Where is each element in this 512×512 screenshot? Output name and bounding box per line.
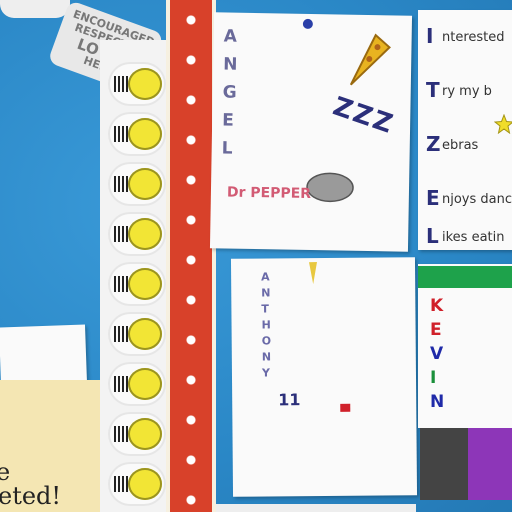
acrostic-letter: V (430, 344, 444, 364)
acrostic-letter: A (223, 26, 237, 47)
bulb-glass (128, 468, 162, 500)
flower-pattern (184, 0, 198, 512)
bulb-glass (128, 118, 162, 150)
pepper-caption: Dr PEPPER (226, 184, 312, 203)
bulb-glass (128, 418, 162, 450)
lightbulb-icon (108, 462, 166, 506)
pizza-slice-drawing (349, 33, 391, 86)
acrostic-letter: H (261, 318, 271, 332)
acrostic-letter: T (426, 78, 440, 102)
interested-acrostic-card: I T Z E L nterested ry my b ebras njoys … (418, 10, 512, 250)
anthony-acrostic-card: A N T H O N Y 11 (230, 257, 418, 497)
red-marker-drawing (340, 403, 351, 412)
push-pin (302, 18, 313, 29)
lightbulb-icon (108, 112, 166, 156)
acrostic-letter: N (261, 286, 271, 300)
acrostic-letter: A (261, 270, 270, 284)
kevin-green-stripe (418, 266, 512, 288)
acrostic-letter: I (426, 24, 434, 48)
kevin-letters: K E V I N (418, 288, 512, 428)
acrostic-letter: I (430, 368, 437, 388)
acrostic-line: nterested (442, 30, 505, 45)
acrostic-letter: L (426, 224, 439, 248)
lightbulb-icon (108, 412, 166, 456)
lightbulb-icon (108, 312, 166, 356)
lightbulb-icon (108, 262, 166, 306)
acrostic-line: njoys danc (442, 192, 512, 207)
acrostic-line: ebras (442, 138, 479, 153)
acrostic-letter: O (261, 334, 272, 348)
acrostic-letter: T (261, 302, 269, 316)
cloud-drawing (306, 172, 354, 203)
bulb-glass (128, 268, 162, 300)
bottom-paper-edge (216, 504, 416, 512)
angel-acrostic-card: A N G E L ZZZ Dr PEPPER (209, 12, 413, 252)
acrostic-letter: Z (426, 132, 441, 156)
yellow-paper: e eted! (0, 380, 100, 512)
bulb-glass (128, 168, 162, 200)
pencil-drawing (308, 262, 317, 285)
acrostic-letter: E (430, 320, 442, 340)
acrostic-line: ry my b (442, 84, 492, 99)
top-badge (0, 0, 70, 18)
anthony-number: 11 (278, 390, 301, 410)
lightbulb-icon (108, 212, 166, 256)
acrostic-letter: Y (261, 366, 270, 380)
bulb-glass (128, 318, 162, 350)
acrostic-line: ikes eatin (442, 230, 505, 245)
acrostic-letter: L (221, 138, 233, 159)
lightbulb-icon (108, 362, 166, 406)
bulb-glass (128, 68, 162, 100)
acrostic-letter: N (430, 392, 445, 412)
acrostic-letter: N (222, 54, 238, 75)
small-paper (0, 324, 87, 386)
yellow-text-line-2: eted! (0, 482, 62, 510)
red-ribbon-border (170, 0, 212, 512)
lightbulb-icon (108, 162, 166, 206)
sleep-zzz: ZZZ (329, 91, 399, 141)
acrostic-letter: G (222, 82, 237, 103)
acrostic-letter: E (426, 186, 440, 210)
acrostic-letter: N (261, 350, 272, 364)
star-drawing (494, 114, 512, 134)
acrostic-letter: K (430, 296, 444, 316)
bulb-glass (128, 368, 162, 400)
lightbulb-border (100, 40, 168, 512)
kevin-coloring (420, 428, 512, 500)
lightbulb-icon (108, 62, 166, 106)
bulb-glass (128, 218, 162, 250)
acrostic-letter: E (222, 110, 234, 131)
